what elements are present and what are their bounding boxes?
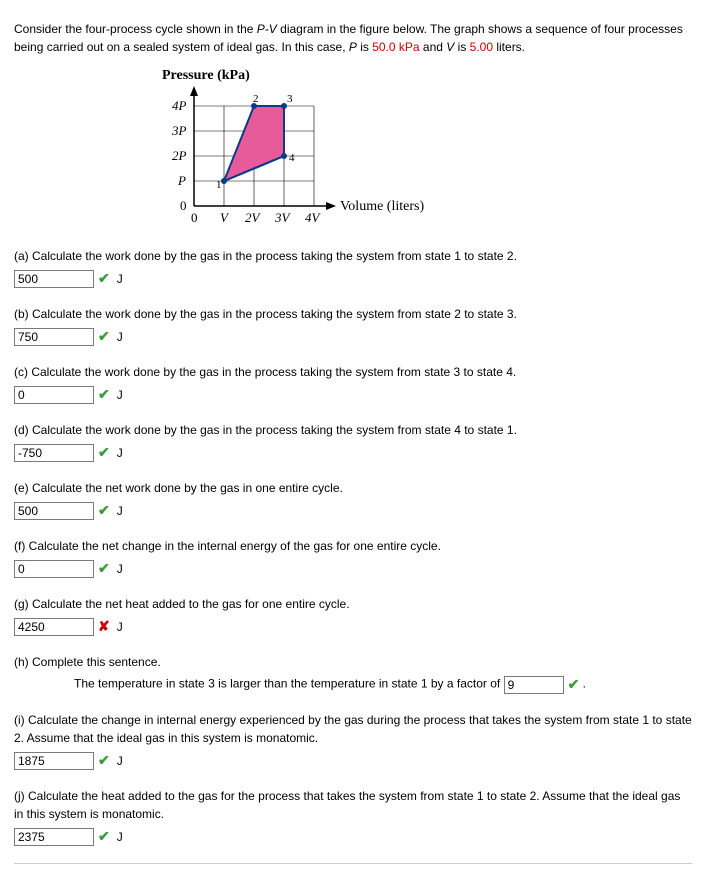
question-g-text: (g) Calculate the net heat added to the … bbox=[14, 595, 692, 613]
svg-text:3P: 3P bbox=[171, 123, 187, 138]
pv-term: P-V bbox=[257, 22, 277, 36]
h-sentence-pre: The temperature in state 3 is larger tha… bbox=[74, 677, 504, 691]
check-icon: ✔ bbox=[98, 750, 110, 771]
answer-e-input[interactable] bbox=[14, 502, 94, 520]
question-a-text: (a) Calculate the work done by the gas i… bbox=[14, 247, 692, 265]
answer-a-input[interactable] bbox=[14, 270, 94, 288]
p-value: 50.0 kPa bbox=[372, 40, 419, 54]
svg-text:V: V bbox=[220, 210, 230, 225]
unit-c: J bbox=[117, 386, 123, 404]
x-axis-label: Volume (liters) bbox=[340, 199, 424, 214]
question-f-text: (f) Calculate the net change in the inte… bbox=[14, 537, 692, 555]
unit-d: J bbox=[117, 444, 123, 462]
unit-i: J bbox=[117, 752, 123, 770]
answer-g-input[interactable] bbox=[14, 618, 94, 636]
question-j-text: (j) Calculate the heat added to the gas … bbox=[14, 787, 692, 823]
question-e: (e) Calculate the net work done by the g… bbox=[14, 479, 692, 521]
question-b-text: (b) Calculate the work done by the gas i… bbox=[14, 305, 692, 323]
svg-text:3V: 3V bbox=[274, 210, 292, 225]
question-f: (f) Calculate the net change in the inte… bbox=[14, 537, 692, 579]
question-h-text: (h) Complete this sentence. bbox=[14, 653, 692, 671]
check-icon: ✔ bbox=[98, 384, 110, 405]
answer-i-input[interactable] bbox=[14, 752, 94, 770]
answer-f-input[interactable] bbox=[14, 560, 94, 578]
svg-text:4P: 4P bbox=[172, 98, 187, 113]
h-sentence-post: . bbox=[583, 677, 586, 691]
pv-diagram: Pressure (kPa) 1 2 3 4 4P 3 bbox=[154, 68, 692, 229]
svg-text:2V: 2V bbox=[245, 210, 262, 225]
check-icon: ✔ bbox=[98, 326, 110, 347]
svg-text:2P: 2P bbox=[172, 148, 187, 163]
question-c-text: (c) Calculate the work done by the gas i… bbox=[14, 363, 692, 381]
unit-g: J bbox=[117, 618, 123, 636]
answer-j-input[interactable] bbox=[14, 828, 94, 846]
intro-pis: is bbox=[357, 40, 372, 54]
check-icon: ✔ bbox=[98, 826, 110, 847]
svg-text:0: 0 bbox=[180, 198, 187, 213]
question-i-text: (i) Calculate the change in internal ene… bbox=[14, 711, 692, 747]
question-c: (c) Calculate the work done by the gas i… bbox=[14, 363, 692, 405]
pv-chart-svg: 1 2 3 4 4P 3P 2P P 0 0 V 2V 3V 4V Volume… bbox=[154, 86, 424, 226]
check-icon: ✔ bbox=[98, 558, 110, 579]
question-i: (i) Calculate the change in internal ene… bbox=[14, 711, 692, 771]
intro-liters: liters. bbox=[493, 40, 525, 54]
question-a: (a) Calculate the work done by the gas i… bbox=[14, 247, 692, 289]
check-icon: ✔ bbox=[98, 442, 110, 463]
y-axis-label: Pressure (kPa) bbox=[162, 68, 692, 84]
question-e-text: (e) Calculate the net work done by the g… bbox=[14, 479, 692, 497]
p-symbol: P bbox=[349, 40, 357, 54]
answer-b-input[interactable] bbox=[14, 328, 94, 346]
unit-j: J bbox=[117, 828, 123, 846]
svg-text:4V: 4V bbox=[305, 210, 322, 225]
unit-f: J bbox=[117, 560, 123, 578]
intro-and: and bbox=[420, 40, 447, 54]
question-j: (j) Calculate the heat added to the gas … bbox=[14, 787, 692, 847]
question-h: (h) Complete this sentence. The temperat… bbox=[14, 653, 692, 695]
question-g: (g) Calculate the net heat added to the … bbox=[14, 595, 692, 637]
unit-a: J bbox=[117, 270, 123, 288]
answer-c-input[interactable] bbox=[14, 386, 94, 404]
answer-d-input[interactable] bbox=[14, 444, 94, 462]
question-b: (b) Calculate the work done by the gas i… bbox=[14, 305, 692, 347]
point-1-label: 1 bbox=[216, 179, 222, 191]
cross-icon: ✘ bbox=[98, 616, 110, 637]
check-icon: ✔ bbox=[568, 674, 580, 695]
v-value: 5.00 bbox=[470, 40, 493, 54]
check-icon: ✔ bbox=[98, 268, 110, 289]
intro-t1: Consider the four-process cycle shown in… bbox=[14, 22, 257, 36]
answer-h-input[interactable] bbox=[504, 676, 564, 694]
divider bbox=[14, 863, 692, 864]
point-3-label: 3 bbox=[287, 93, 293, 105]
check-icon: ✔ bbox=[98, 500, 110, 521]
svg-text:P: P bbox=[177, 173, 186, 188]
question-d: (d) Calculate the work done by the gas i… bbox=[14, 421, 692, 463]
point-2-label: 2 bbox=[253, 93, 259, 105]
point-4-label: 4 bbox=[289, 152, 295, 164]
question-d-text: (d) Calculate the work done by the gas i… bbox=[14, 421, 692, 439]
unit-b: J bbox=[117, 328, 123, 346]
svg-text:0: 0 bbox=[191, 210, 198, 225]
unit-e: J bbox=[117, 502, 123, 520]
intro-vis: is bbox=[454, 40, 469, 54]
problem-intro: Consider the four-process cycle shown in… bbox=[14, 20, 692, 56]
